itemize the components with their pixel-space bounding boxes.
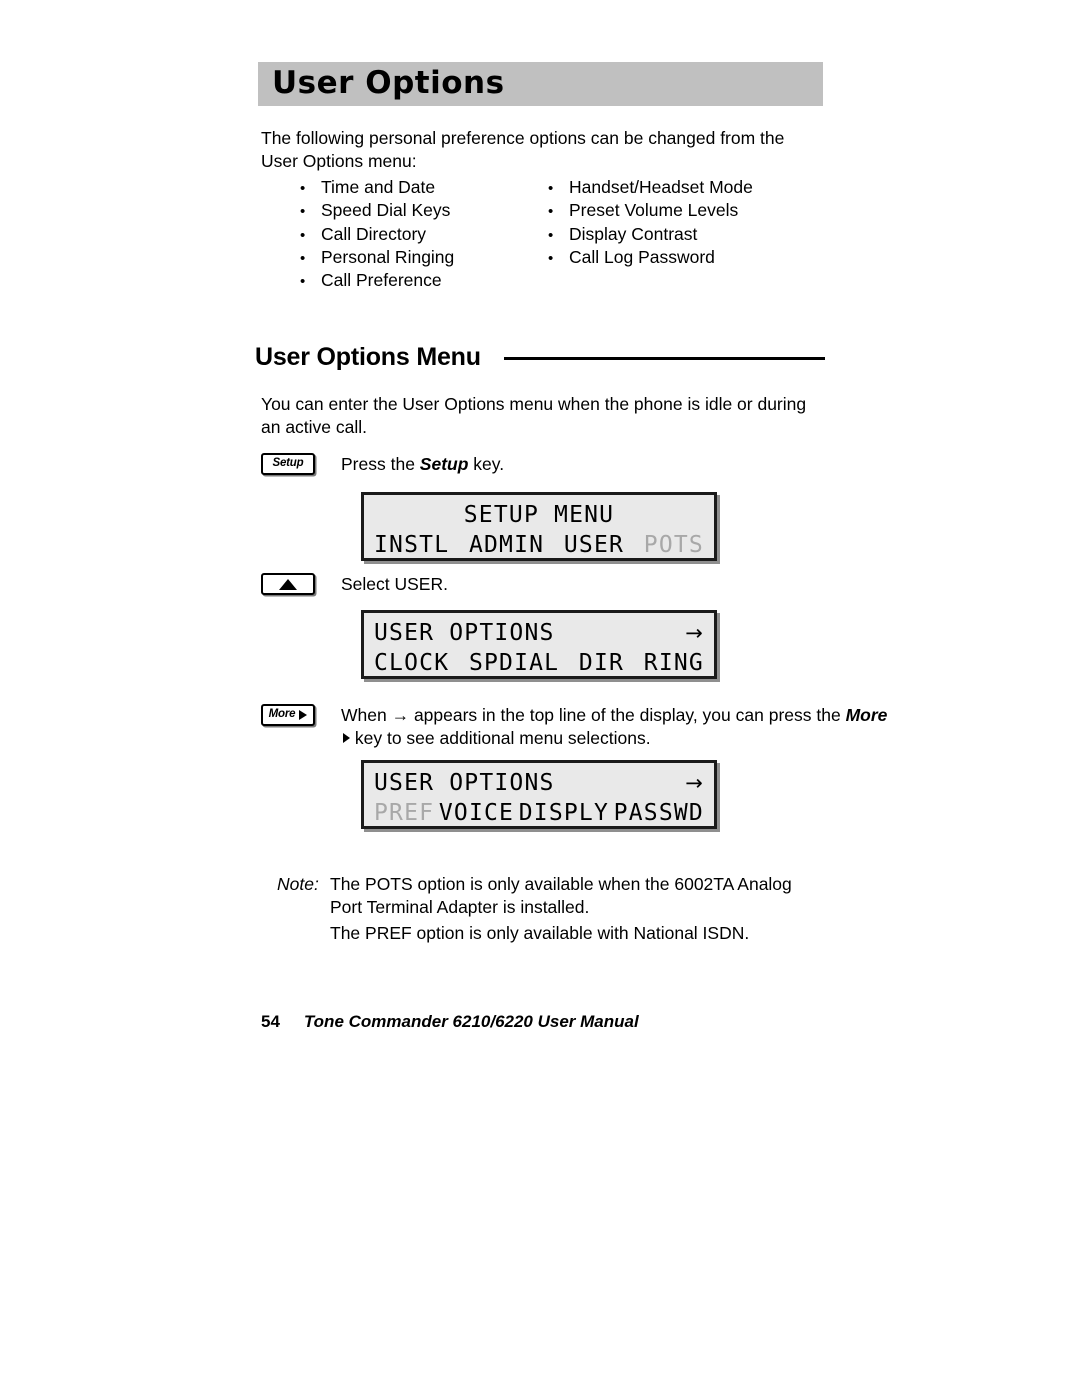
lcd-softkey-pots: POTS: [643, 532, 704, 558]
list-item: • Call Directory: [300, 223, 548, 246]
note-block: Note: The POTS option is only available …: [277, 873, 825, 945]
footer-page-number: 54: [261, 1012, 280, 1031]
bullet-column-right: • Handset/Headset Mode • Preset Volume L…: [548, 176, 808, 292]
bullet-dot-icon: •: [548, 180, 554, 197]
list-item-label: Call Directory: [321, 223, 427, 244]
lcd-softkey-admin: ADMIN: [468, 532, 545, 558]
inline-triangle-right-icon: [343, 733, 350, 743]
list-item-label: Time and Date: [321, 177, 436, 197]
section-heading: User Options Menu: [255, 343, 825, 372]
list-item: • Display Contrast: [548, 223, 808, 246]
step-row-setup: Setup Press the Setup key.: [261, 453, 504, 476]
list-item-label: Speed Dial Keys: [321, 200, 451, 221]
lcd-softkey-clock: CLOCK: [374, 650, 450, 676]
lcd-display-user-options-1: USER OPTIONS → CLOCK SPDIAL DIR RING: [361, 610, 717, 679]
step-row-more: More When → appears in the top line of t…: [261, 704, 889, 750]
list-item: • Personal Ringing: [300, 246, 548, 269]
list-item: • Time and Date: [300, 176, 548, 199]
footer-manual-title: Tone Commander 6210/6220 User Manual: [303, 1012, 639, 1031]
note-text-primary: The POTS option is only available when t…: [330, 874, 792, 917]
lcd-display-user-options-2: USER OPTIONS → PREF VOICE DISPLY PASSWD: [361, 760, 717, 829]
step-text-emphasis: Setup: [419, 454, 469, 474]
list-item-label: Display Contrast: [569, 223, 698, 244]
lcd-softkey-voice: VOICE: [438, 800, 515, 826]
page-footer: 54 Tone Commander 6210/6220 User Manual: [261, 1012, 639, 1032]
list-item: • Preset Volume Levels: [548, 199, 808, 222]
list-item: • Call Log Password: [548, 246, 808, 269]
section-heading-text: User Options Menu: [255, 343, 481, 371]
lcd-softkey-line: CLOCK SPDIAL DIR RING: [374, 648, 704, 678]
lcd-softkey-user: USER: [563, 532, 625, 558]
bullet-dot-icon: •: [548, 249, 554, 267]
lcd-more-arrow-icon: →: [685, 621, 704, 645]
manual-page: User Options The following personal pref…: [0, 0, 1080, 1397]
step-text-before: Press the: [341, 454, 420, 474]
bullet-column-left: • Time and Date • Speed Dial Keys • Call…: [300, 176, 548, 292]
step-text-after: key.: [468, 454, 505, 474]
list-item-label: Handset/Headset Mode: [569, 177, 753, 197]
lcd-softkey-pref: PREF: [374, 800, 435, 826]
page-title: User Options: [272, 64, 505, 101]
up-arrow-key-button[interactable]: [261, 573, 315, 595]
lcd-display-setup-menu: SETUP MENU INSTL ADMIN USER POTS: [361, 492, 717, 561]
lcd-top-line: USER OPTIONS →: [374, 618, 704, 648]
step-instruction-more: When → appears in the top line of the di…: [341, 704, 889, 750]
more-key-label: More: [268, 708, 296, 721]
bullet-dot-icon: •: [548, 203, 554, 221]
intro-paragraph: The following personal preference option…: [261, 128, 785, 171]
lcd-softkey-instl: INSTL: [374, 532, 450, 558]
lcd-softkey-ring: RING: [643, 650, 704, 676]
lcd-softkey-line: PREF VOICE DISPLY PASSWD: [374, 798, 704, 828]
lcd-softkey-spdial: SPDIAL: [468, 650, 560, 676]
note-text-secondary: The PREF option is only available with N…: [330, 923, 750, 943]
setup-key-label: Setup: [272, 457, 304, 470]
section-heading-rule: [503, 357, 825, 360]
list-item-label: Call Log Password: [569, 246, 715, 267]
lcd-softkey-line: INSTL ADMIN USER POTS: [374, 530, 704, 560]
step-instruction-setup: Press the Setup key.: [341, 453, 504, 476]
list-item-label: Call Preference: [321, 270, 442, 291]
bullet-dot-icon: •: [300, 249, 306, 267]
step-text-emphasis: More: [845, 705, 888, 725]
bullet-dot-icon: •: [300, 273, 306, 291]
lcd-top-text: USER OPTIONS: [374, 620, 555, 646]
section-paragraph: You can enter the User Options menu when…: [261, 394, 807, 437]
setup-key-button[interactable]: Setup: [261, 453, 315, 475]
bullet-dot-icon: •: [300, 226, 306, 244]
lcd-softkey-disply: DISPLY: [518, 800, 610, 826]
options-bullet-list: • Time and Date • Speed Dial Keys • Call…: [300, 176, 820, 292]
bullet-dot-icon: •: [548, 226, 554, 244]
lcd-top-line: USER OPTIONS →: [374, 768, 704, 798]
list-item-label: Personal Ringing: [321, 246, 455, 267]
list-item-label: Preset Volume Levels: [569, 200, 739, 221]
lcd-softkey-dir: DIR: [578, 650, 625, 676]
lcd-top-line: SETUP MENU: [374, 500, 704, 530]
lcd-top-text: SETUP MENU: [463, 502, 615, 528]
lcd-top-text: USER OPTIONS: [374, 770, 555, 796]
list-item: • Handset/Headset Mode: [548, 176, 808, 199]
bullet-dot-icon: •: [300, 180, 306, 197]
triangle-right-icon: [299, 710, 308, 720]
bullet-dot-icon: •: [300, 203, 306, 221]
list-item: • Speed Dial Keys: [300, 199, 548, 222]
lcd-more-arrow-icon: →: [685, 771, 704, 795]
triangle-up-icon: [279, 578, 297, 590]
lcd-softkey-passwd: PASSWD: [613, 800, 704, 826]
step-text-before: When → appears in the top line of the di…: [341, 705, 846, 725]
page-header-banner: User Options: [258, 62, 823, 106]
step-row-select-user: Select USER.: [261, 573, 448, 596]
note-label: Note:: [277, 874, 319, 894]
list-item: • Call Preference: [300, 269, 548, 292]
step-instruction-select-user: Select USER.: [341, 574, 448, 594]
more-key-button[interactable]: More: [261, 704, 315, 726]
step-text-after: key to see additional menu selections.: [350, 728, 651, 748]
